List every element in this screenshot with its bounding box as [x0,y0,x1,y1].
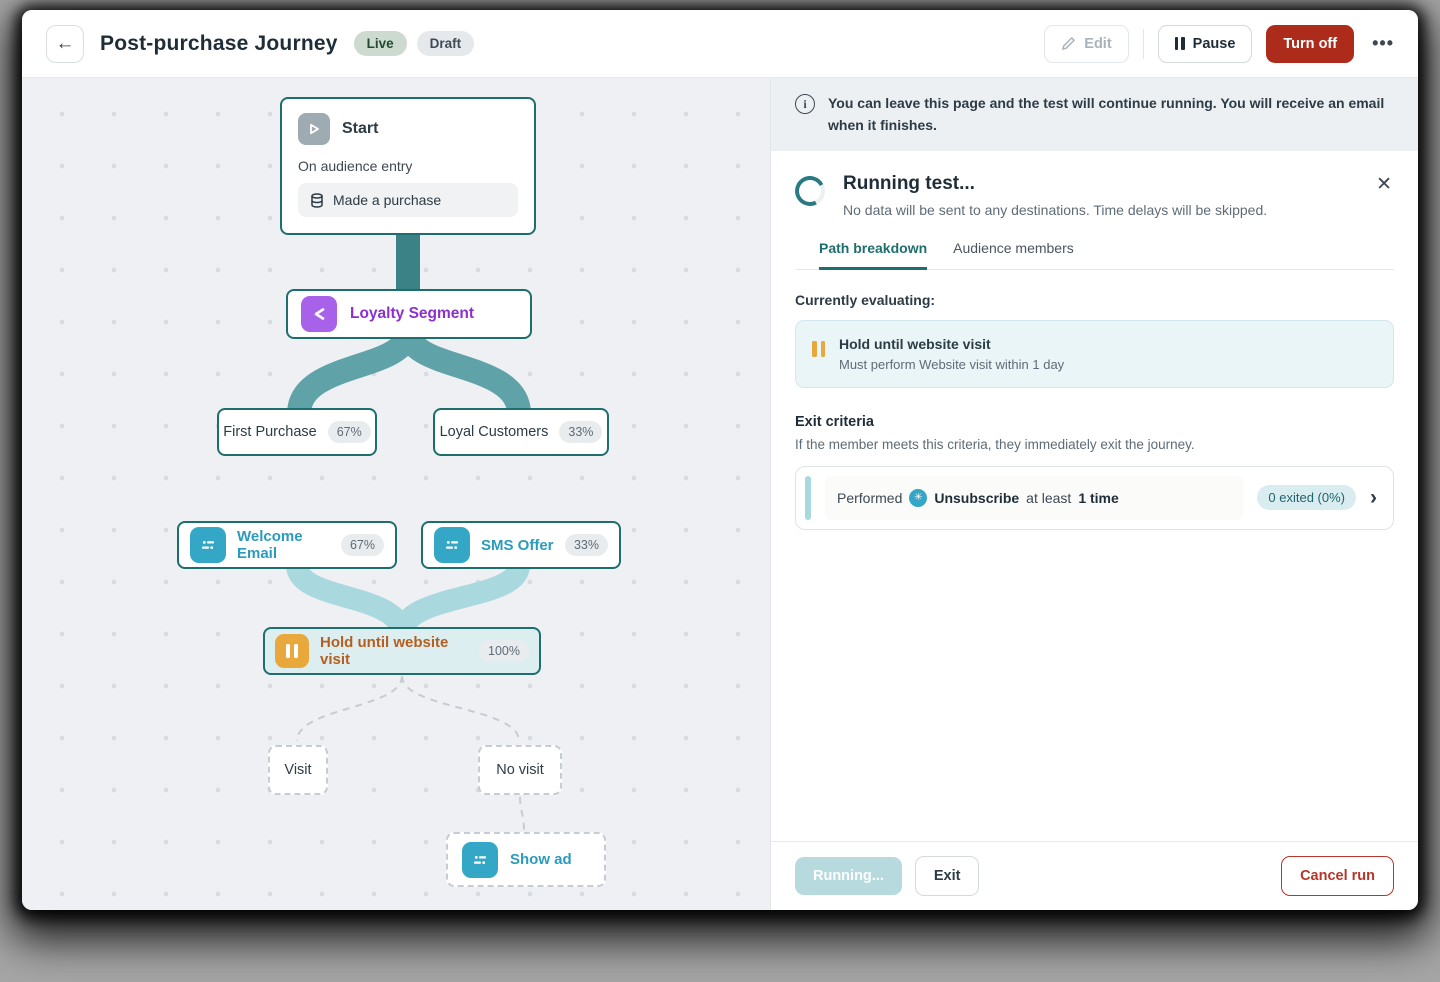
pencil-icon [1061,36,1076,51]
evaluating-heading: Currently evaluating: [795,292,1394,308]
percent-badge: 67% [328,421,371,443]
spinner-icon [791,172,829,210]
banner-text: You can leave this page and the test wil… [828,92,1394,137]
tab-audience-members[interactable]: Audience members [953,240,1074,269]
pause-icon [275,634,309,668]
turn-off-button[interactable]: Turn off [1266,25,1354,63]
node-no-visit[interactable]: No visit [478,745,562,795]
sms-offer-label: SMS Offer [481,537,554,554]
tab-path-breakdown[interactable]: Path breakdown [819,240,927,270]
node-hold-until-visit[interactable]: Hold until website visit 100% [263,627,541,675]
accent-bar [805,476,811,520]
node-loyalty-segment[interactable]: Loyalty Segment [286,289,532,339]
sliders-icon [190,527,226,563]
exit-criteria-heading: Exit criteria [795,414,1394,430]
percent-badge: 33% [559,421,602,443]
event-click-icon: ✳ [909,489,927,507]
node-loyal-customers[interactable]: Loyal Customers 33% [433,408,609,456]
pause-button[interactable]: Pause [1158,25,1253,63]
percent-badge: 100% [479,640,529,662]
back-arrow-icon: ← [56,33,75,55]
pause-icon [812,341,825,357]
database-icon [310,193,324,208]
loyalty-segment-label: Loyalty Segment [350,305,474,323]
header-divider [1143,29,1144,59]
evaluating-step-detail: Must perform Website visit within 1 day [839,357,1064,372]
hold-node-label: Hold until website visit [320,634,468,668]
split-branch-icon [301,296,337,332]
exit-criteria-description: If the member meets this criteria, they … [795,437,1394,452]
journey-canvas[interactable]: Start On audience entry Made a purchase [22,78,770,910]
more-options-button[interactable]: ••• [1368,33,1398,54]
welcome-email-label: Welcome Email [237,528,330,562]
event-name: Unsubscribe [934,490,1019,506]
page-title: Post-purchase Journey [100,32,338,56]
journey-header: ← Post-purchase Journey Live Draft Edit … [22,10,1418,78]
start-node-condition[interactable]: Made a purchase [298,183,518,217]
performed-label: Performed [837,490,902,506]
running-test-header: Running test... No data will be sent to … [771,151,1418,270]
criteria-count: 1 time [1078,490,1118,506]
show-ad-label: Show ad [510,851,572,868]
app-window: ← Post-purchase Journey Live Draft Edit … [22,10,1418,910]
criteria-connector: at least [1026,490,1071,506]
info-banner: i You can leave this page and the test w… [771,78,1418,151]
node-first-purchase[interactable]: First Purchase 67% [217,408,377,456]
start-node-title: Start [342,120,378,138]
play-icon [298,113,330,145]
status-badge-draft[interactable]: Draft [417,31,475,56]
percent-badge: 67% [341,534,384,556]
running-test-title: Running test... [843,173,1267,195]
percent-badge: 33% [565,534,608,556]
node-start[interactable]: Start On audience entry Made a purchase [280,97,536,235]
running-button[interactable]: Running... [795,857,902,895]
info-icon: i [795,94,815,114]
cancel-run-button[interactable]: Cancel run [1281,856,1394,896]
test-panel: i You can leave this page and the test w… [770,78,1418,910]
edit-button[interactable]: Edit [1044,25,1128,63]
running-test-subtitle: No data will be sent to any destinations… [843,202,1267,218]
panel-footer: Running... Exit Cancel run [771,841,1418,910]
node-welcome-email[interactable]: Welcome Email 67% [177,521,397,569]
evaluating-step-title: Hold until website visit [839,336,1064,352]
sliders-icon [462,842,498,878]
exit-criteria-row[interactable]: Performed ✳ Unsubscribe at least 1 time … [795,466,1394,530]
exited-badge: 0 exited (0%) [1257,485,1356,510]
pause-icon [1175,37,1185,50]
panel-tabs: Path breakdown Audience members [795,240,1394,270]
start-node-subtitle: On audience entry [298,158,518,174]
close-icon[interactable]: ✕ [1376,175,1392,194]
chevron-right-icon[interactable]: › [1370,487,1377,508]
sliders-icon [434,527,470,563]
node-show-ad[interactable]: Show ad [446,832,606,887]
back-button[interactable]: ← [46,25,84,63]
path-breakdown-content: Currently evaluating: Hold until website… [771,270,1418,841]
node-sms-offer[interactable]: SMS Offer 33% [421,521,621,569]
status-badge-live[interactable]: Live [354,31,407,56]
evaluating-card: Hold until website visit Must perform We… [795,320,1394,388]
node-visit[interactable]: Visit [268,745,328,795]
exit-button[interactable]: Exit [915,856,980,896]
